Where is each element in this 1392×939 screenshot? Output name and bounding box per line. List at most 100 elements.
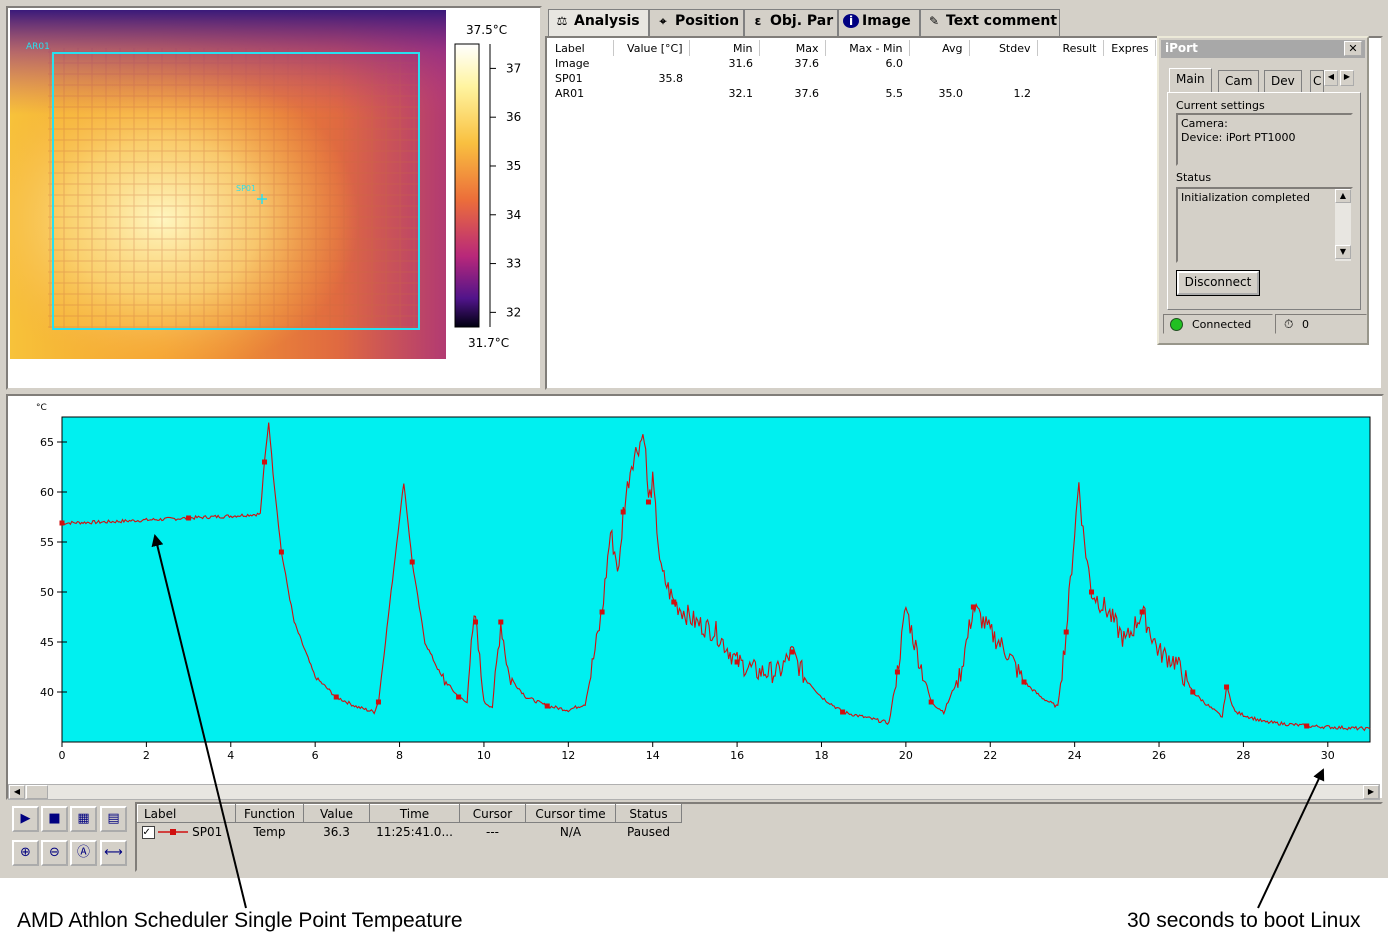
series-column-cursor-time[interactable]: Cursor time (525, 804, 616, 823)
table-cell: 32.1 (728, 87, 754, 100)
iport-tab-cam[interactable]: Cam (1218, 70, 1260, 92)
tab-scroll-right-button[interactable]: ▶ (1340, 70, 1354, 86)
tab-analysis[interactable]: ⚖ Analysis (548, 9, 649, 36)
disconnect-button[interactable]: Disconnect (1176, 270, 1260, 296)
column-header-value[interactable]: Value [°C] (613, 40, 690, 56)
data-point-marker (840, 709, 846, 715)
tab-text-comment[interactable]: ✎ Text comment (920, 9, 1060, 36)
iport-tab-main[interactable]: Main (1169, 68, 1212, 92)
zoom-auto-button[interactable]: Ⓐ (70, 840, 97, 866)
series-column-cursor[interactable]: Cursor (459, 804, 526, 823)
arrow-right-icon: ▶ (1343, 72, 1351, 81)
series-column-value[interactable]: Value (303, 804, 370, 823)
chart-settings-button[interactable]: ▦ (70, 806, 97, 832)
chart-properties-icon: ▤ (107, 811, 120, 826)
iport-title: iPort (1165, 41, 1198, 55)
spot-label: SP01 (236, 184, 256, 193)
chart-horizontal-scrollbar[interactable]: ◀ ▶ (8, 784, 1380, 800)
timer-icon: ⏱ (1284, 317, 1294, 331)
stop-icon: ■ (48, 811, 61, 826)
series-panel: Label Function Value Time Cursor Cursor … (135, 802, 1383, 872)
column-header-max[interactable]: Max (759, 40, 826, 56)
data-point-marker (1063, 629, 1069, 635)
text-comment-icon: ✎ (928, 14, 940, 28)
column-header-result[interactable]: Result (1037, 40, 1104, 56)
column-header-stdev[interactable]: Stdev (969, 40, 1038, 56)
scroll-thumb[interactable] (26, 785, 48, 799)
column-header-max-min[interactable]: Max - Min (825, 40, 910, 56)
data-point-marker (1190, 689, 1196, 695)
tab-image[interactable]: i Image (838, 9, 920, 36)
table-row[interactable]: SP01 35.8 (551, 71, 1155, 86)
table-row[interactable]: Image 31.6 37.6 6.0 (551, 56, 1155, 71)
table-cell (689, 71, 759, 86)
arrow-down-icon: ▼ (1339, 247, 1347, 256)
iport-window: iPort ✕ Main Cam Dev C ◀ ▶ Current setti… (1157, 36, 1369, 345)
scale-max-label: 37.5°C (466, 23, 507, 37)
table-cell: 6.0 (885, 57, 904, 70)
chart-properties-button[interactable]: ▤ (100, 806, 127, 832)
table-cell (969, 56, 1037, 71)
tab-scroll-left-button[interactable]: ◀ (1324, 70, 1338, 86)
fit-width-button[interactable]: ⟷ (100, 840, 127, 866)
close-button[interactable]: ✕ (1344, 41, 1362, 56)
data-point-marker (970, 604, 976, 610)
column-header-expression[interactable]: Expres (1103, 40, 1156, 56)
thermal-image[interactable]: AR01 SP01 37.5°C 37 36 35 34 33 32 31.7°C (8, 8, 540, 388)
table-cell (969, 71, 1037, 86)
scale-tick-label: 35 (506, 159, 521, 173)
series-cursor-time: N/A (559, 824, 582, 839)
data-point-marker (1139, 609, 1145, 615)
tab-obj-par[interactable]: ε Obj. Par (744, 9, 838, 36)
scale-ticks: 37 36 35 34 33 32 (490, 61, 521, 319)
series-visible-checkbox[interactable]: ✓ (141, 825, 155, 839)
arrow-left-icon: ◀ (1327, 72, 1335, 81)
zoom-in-button[interactable]: ⊕ (12, 840, 39, 866)
table-cell (1103, 86, 1155, 101)
zoom-out-button[interactable]: ⊖ (41, 840, 68, 866)
series-column-status[interactable]: Status (615, 804, 682, 823)
stop-button[interactable]: ■ (41, 806, 68, 832)
roi-label: AR01 (26, 42, 50, 52)
scale-tick-label: 37 (506, 61, 521, 75)
tab-position[interactable]: ⌖ Position (649, 9, 744, 36)
iport-tab-c[interactable]: C (1310, 70, 1325, 92)
thermal-image-panel: AR01 SP01 37.5°C 37 36 35 34 33 32 31.7°C (6, 6, 542, 390)
column-header-min[interactable]: Min (689, 40, 760, 56)
temperature-chart[interactable]: °C4045505560650 2 4 6 8 10 12 14 16 18 20 22 24 26 28 3… (8, 396, 1382, 786)
series-column-label[interactable]: Label (137, 804, 236, 823)
scroll-left-button[interactable]: ◀ (9, 785, 25, 799)
iport-statusbar: Connected ⏱ 0 (1163, 314, 1367, 334)
arrow-left-icon: ◀ (13, 787, 21, 796)
scroll-right-button[interactable]: ▶ (1363, 785, 1379, 799)
table-row[interactable]: ✓ SP01 Temp 36.3 11:25:41.0... --- N/A P… (138, 823, 682, 841)
table-row[interactable]: AR01 32.1 37.6 5.5 35.0 1.2 (551, 86, 1155, 101)
series-column-function[interactable]: Function (235, 804, 304, 823)
table-cell: 35.0 (938, 87, 964, 100)
data-point-marker (498, 619, 504, 625)
x-tick-label: 6 (312, 749, 319, 762)
play-button[interactable]: ▶ (12, 806, 39, 832)
data-point-marker (262, 459, 268, 465)
data-point-marker (456, 694, 462, 700)
data-point-marker (1224, 684, 1230, 690)
x-tick-label: 14 (646, 749, 660, 762)
x-tick-label: 12 (561, 749, 575, 762)
scroll-up-button[interactable]: ▲ (1335, 189, 1351, 203)
x-tick-label: 0 (59, 749, 66, 762)
analysis-icon: ⚖ (556, 14, 568, 28)
status-box[interactable]: Initialization completed ▲ ▼ (1176, 187, 1353, 263)
column-header-label[interactable]: Label (551, 40, 614, 56)
y-axis-unit-label: °C (36, 403, 47, 413)
series-column-time[interactable]: Time (369, 804, 460, 823)
iport-titlebar[interactable]: iPort ✕ (1161, 40, 1365, 58)
column-header-avg[interactable]: Avg (909, 40, 970, 56)
table-cell: 31.6 (728, 57, 754, 70)
object-parameters-icon: ε (754, 14, 762, 28)
scroll-down-button[interactable]: ▼ (1335, 245, 1351, 259)
counter-status: ⏱ 0 (1275, 314, 1367, 334)
table-cell: Image (555, 57, 590, 70)
iport-tab-dev[interactable]: Dev (1264, 70, 1302, 92)
x-tick-label: 24 (1068, 749, 1082, 762)
status-scrollbar[interactable]: ▲ ▼ (1335, 189, 1351, 261)
